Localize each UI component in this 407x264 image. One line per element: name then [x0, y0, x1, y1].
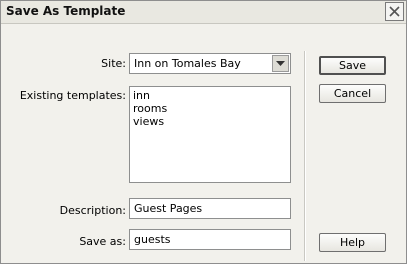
description-field[interactable]: Guest Pages — [129, 198, 291, 219]
existing-templates-list[interactable]: inn rooms views — [129, 86, 291, 183]
close-icon — [389, 6, 400, 17]
save-as-template-dialog: Save As Template Site: Inn on Tomales Ba… — [0, 0, 407, 264]
save-as-label: Save as: — [79, 235, 126, 248]
existing-templates-label: Existing templates: — [19, 89, 126, 102]
title-bar: Save As Template — [1, 1, 406, 24]
list-item[interactable]: rooms — [133, 102, 287, 115]
chevron-down-icon — [276, 61, 285, 66]
dialog-title: Save As Template — [6, 4, 126, 18]
divider — [304, 51, 306, 261]
save-button[interactable]: Save — [319, 56, 386, 75]
site-label: Site: — [101, 57, 126, 70]
site-select-value: Inn on Tomales Bay — [134, 57, 241, 70]
site-dropdown-button[interactable] — [272, 55, 289, 72]
description-label: Description: — [59, 204, 126, 217]
save-as-field[interactable]: guests — [129, 229, 291, 250]
site-select[interactable]: Inn on Tomales Bay — [129, 53, 291, 74]
help-button[interactable]: Help — [319, 233, 386, 252]
cancel-button[interactable]: Cancel — [319, 84, 386, 103]
list-item[interactable]: inn — [133, 89, 287, 102]
close-button[interactable] — [385, 2, 404, 21]
list-item[interactable]: views — [133, 115, 287, 128]
